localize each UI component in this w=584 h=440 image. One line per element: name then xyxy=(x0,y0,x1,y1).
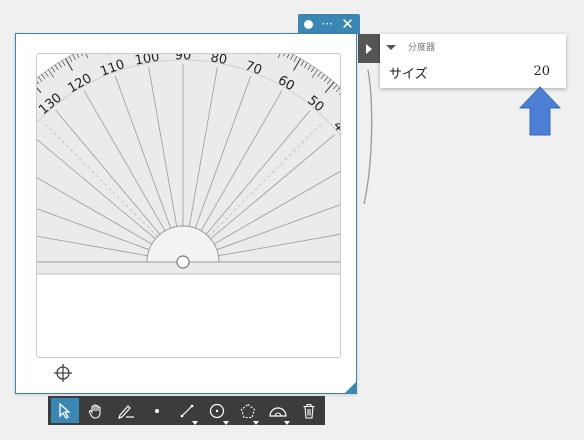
size-label: サイズ xyxy=(389,67,428,82)
pan-tool-button[interactable] xyxy=(81,398,109,423)
protractor-tool-button[interactable] xyxy=(264,398,292,425)
property-panel: 分度器 サイズ 20 xyxy=(380,34,566,88)
size-value[interactable]: 20 xyxy=(533,64,550,79)
circle-tool-button[interactable] xyxy=(203,398,231,425)
protractor-icon xyxy=(269,406,287,417)
cursor-icon xyxy=(59,402,71,419)
drawing-window: 30405060708090100110120130140150 xyxy=(15,33,357,394)
trash-icon xyxy=(303,403,315,419)
more-icon[interactable]: ··· xyxy=(321,17,332,31)
crosshair-icon[interactable] xyxy=(54,364,72,382)
polygon-icon xyxy=(240,403,255,418)
line-icon xyxy=(180,404,194,417)
pen-icon xyxy=(118,404,135,419)
delete-tool-button[interactable] xyxy=(295,398,323,423)
resize-handle[interactable] xyxy=(345,382,356,393)
connector-line xyxy=(363,69,373,205)
panel-toggle-button[interactable] xyxy=(358,34,380,63)
submenu-indicator xyxy=(192,421,199,425)
up-arrow-icon xyxy=(519,86,561,136)
panel-header[interactable]: 分度器 xyxy=(386,40,435,53)
point-tool-button[interactable] xyxy=(142,398,170,423)
hand-icon xyxy=(88,403,101,419)
point-icon xyxy=(154,408,159,413)
select-tool-button[interactable] xyxy=(51,398,80,423)
angle-label: 90 xyxy=(175,54,192,64)
chevron-down-icon xyxy=(386,45,396,50)
close-icon[interactable]: ✕ xyxy=(341,16,354,32)
toolbar xyxy=(48,396,325,425)
polygon-tool-button[interactable] xyxy=(234,398,262,425)
center-handle xyxy=(176,255,190,269)
submenu-indicator xyxy=(222,421,229,425)
menu-dot-icon[interactable] xyxy=(304,19,314,29)
pen-tool-button[interactable] xyxy=(112,398,140,423)
window-title-tab: ··· ✕ xyxy=(298,14,360,34)
protractor[interactable]: 30405060708090100110120130140150 xyxy=(37,54,340,357)
submenu-indicator xyxy=(283,421,290,425)
submenu-indicator xyxy=(253,421,260,425)
panel-heading: 分度器 xyxy=(408,43,436,53)
chevron-right-icon xyxy=(366,43,372,54)
line-tool-button[interactable] xyxy=(173,398,201,425)
drawing-canvas[interactable]: 30405060708090100110120130140150 xyxy=(36,53,341,358)
circle-icon xyxy=(210,403,225,418)
